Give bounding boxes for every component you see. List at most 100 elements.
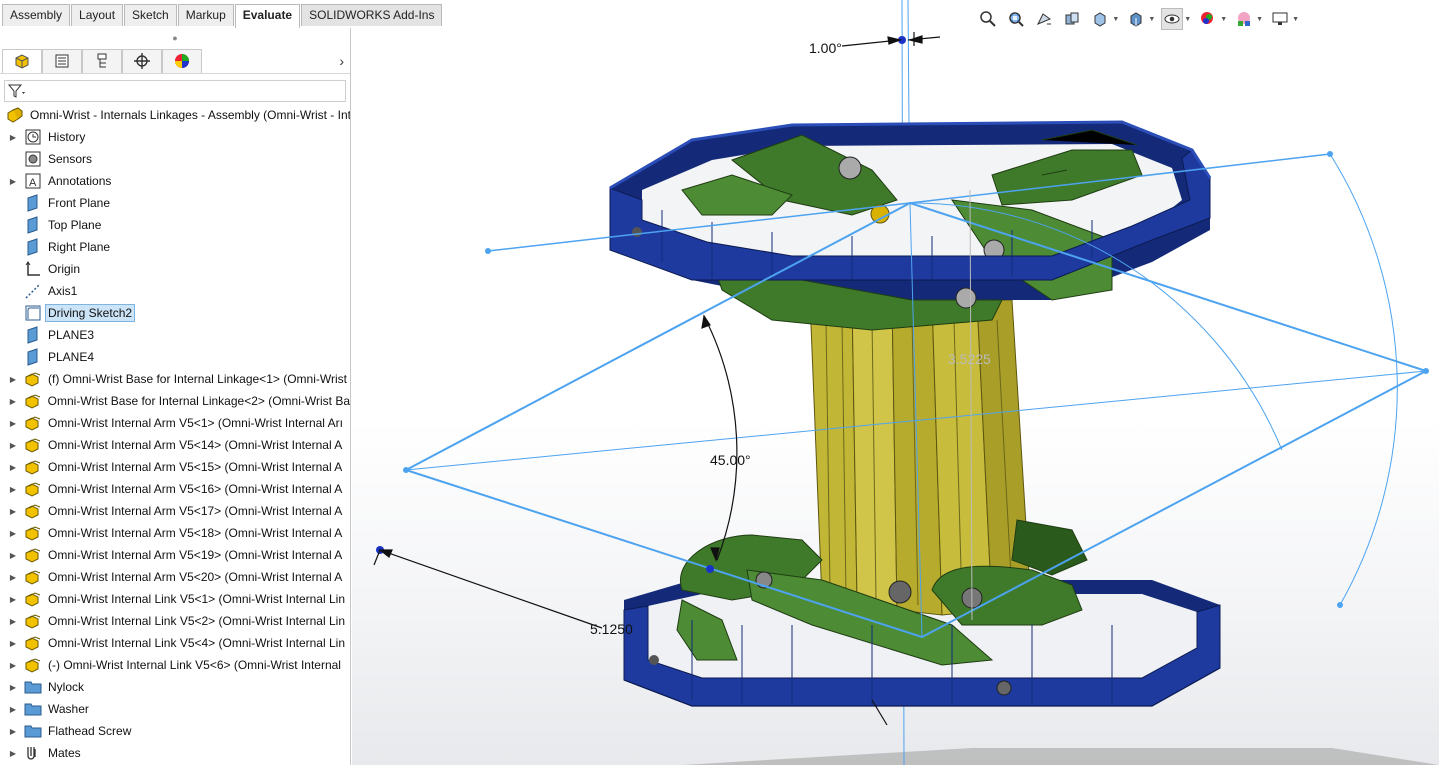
tree-item-washer[interactable]: ▶ Washer <box>0 698 350 720</box>
tree-item-omni-wrist-base-for-internal-linkage-2-omni-wrist-ba[interactable]: ▶ Omni-Wrist Base for Internal Linkage<2>… <box>0 390 350 412</box>
tree-item-omni-wrist-internal-link-v5-4-omni-wrist-internal-lin[interactable]: ▶ Omni-Wrist Internal Link V5<4> (Omni-Wr… <box>0 632 350 654</box>
tree-item-flathead-screw[interactable]: ▶ Flathead Screw <box>0 720 350 742</box>
tree-item-nylock[interactable]: ▶ Nylock <box>0 676 350 698</box>
expand-arrow-icon[interactable]: ▶ <box>8 661 18 670</box>
zoom-to-fit-button[interactable] <box>977 8 999 30</box>
tab-solidworks-add-ins[interactable]: SOLIDWORKS Add-Ins <box>301 4 443 26</box>
height-dimension[interactable]: 3.5225 <box>948 351 991 367</box>
expand-arrow-icon[interactable]: ▶ <box>8 573 18 582</box>
tree-item-origin[interactable]: ▶Origin <box>0 258 350 280</box>
property-manager-tab[interactable] <box>42 48 82 73</box>
zoom-to-fit-icon <box>980 11 997 27</box>
hide-show-button[interactable] <box>1161 8 1184 30</box>
expand-arrow-icon[interactable]: ▶ <box>8 177 18 186</box>
tree-item-f-omni-wrist-base-for-internal-linkage-1-omni-wrist[interactable]: ▶ (f) Omni-Wrist Base for Internal Linkag… <box>0 368 350 390</box>
expand-arrow-icon[interactable]: ▶ <box>8 485 18 494</box>
expand-arrow-icon[interactable]: ▶ <box>8 683 18 692</box>
heads-up-view-toolbar: ▼ ▼ ▼ ▼ ▼ ▼ <box>977 8 1299 30</box>
previous-view-button[interactable] <box>1033 8 1055 30</box>
view-orientation-dropdown-icon[interactable]: ▼ <box>1112 16 1119 23</box>
configuration-manager-tab[interactable] <box>82 48 122 73</box>
dim-xpert-tab[interactable] <box>122 48 162 73</box>
expand-arrow-icon[interactable]: ▶ <box>8 133 18 142</box>
zoom-area-button[interactable] <box>1005 8 1027 30</box>
tree-item-top-plane[interactable]: ▶Top Plane <box>0 214 350 236</box>
tree-item-label: Omni-Wrist Internal Arm V5<18> (Omni-Wri… <box>48 526 343 540</box>
sketch-endpoint[interactable] <box>706 565 714 573</box>
tree-item-omni-wrist-internal-arm-v5-20-omni-wrist-internal-a[interactable]: ▶ Omni-Wrist Internal Arm V5<20> (Omni-Wr… <box>0 566 350 588</box>
tree-item-mates[interactable]: ▶ Mates <box>0 742 350 764</box>
tree-item-omni-wrist-internal-link-v5-2-omni-wrist-internal-lin[interactable]: ▶ Omni-Wrist Internal Link V5<2> (Omni-Wr… <box>0 610 350 632</box>
display-style-button[interactable] <box>1125 8 1147 30</box>
view-settings-button[interactable] <box>1269 8 1291 30</box>
edit-appearance-dropdown-icon[interactable]: ▼ <box>1220 16 1227 23</box>
tab-markup[interactable]: Markup <box>177 4 234 26</box>
expand-arrow-icon[interactable]: ▶ <box>8 375 18 384</box>
filter-icon[interactable] <box>7 83 27 99</box>
expand-arrow-icon[interactable]: ▶ <box>8 551 18 560</box>
command-manager-tabs: Assembly Layout Sketch Markup Evaluate SOLIDW… <box>0 0 443 28</box>
view-orientation-button[interactable] <box>1089 8 1111 30</box>
tree-item-omni-wrist-internal-arm-v5-18-omni-wrist-internal-a[interactable]: ▶ Omni-Wrist Internal Arm V5<18> (Omni-Wr… <box>0 522 350 544</box>
tree-item-plane4[interactable]: ▶PLANE4 <box>0 346 350 368</box>
tab-layout[interactable]: Layout <box>71 4 124 26</box>
tree-item-history[interactable]: ▶ History <box>0 126 350 148</box>
tree-item-omni-wrist-internal-link-v5-6-omni-wrist-internal[interactable]: ▶ (-) Omni-Wrist Internal Link V5<6> (Omn… <box>0 654 350 676</box>
panel-more-chevron-icon[interactable]: › <box>339 53 344 69</box>
expand-arrow-icon[interactable]: ▶ <box>8 727 18 736</box>
view-settings-dropdown-icon[interactable]: ▼ <box>1292 16 1299 23</box>
plane-icon <box>24 238 42 256</box>
expand-arrow-icon[interactable]: ▶ <box>8 507 18 516</box>
length-dimension[interactable]: 5.1250 <box>590 621 633 637</box>
expand-arrow-icon[interactable]: ▶ <box>8 441 18 450</box>
tree-item-omni-wrist-internal-link-v5-1-omni-wrist-internal-lin[interactable]: ▶ Omni-Wrist Internal Link V5<1> (Omni-Wr… <box>0 588 350 610</box>
omni-wrist-model[interactable]: 1.00° 45.00° 5.1250 3.5225 <box>352 0 1439 765</box>
tree-item-annotations[interactable]: ▶ A Annotations <box>0 170 350 192</box>
tree-item-sensors[interactable]: ▶Sensors <box>0 148 350 170</box>
tree-item-axis1[interactable]: ▶Axis1 <box>0 280 350 302</box>
angle-dimension-main[interactable]: 45.00° <box>710 452 751 468</box>
section-view-button[interactable] <box>1061 8 1083 30</box>
expand-arrow-icon[interactable]: ▶ <box>8 529 18 538</box>
tree-item-omni-wrist-internal-arm-v5-17-omni-wrist-internal-a[interactable]: ▶ Omni-Wrist Internal Arm V5<17> (Omni-Wr… <box>0 500 350 522</box>
expand-arrow-icon[interactable]: ▶ <box>8 639 18 648</box>
assembly-root-node[interactable]: Omni-Wrist - Internals Linkages - Assemb… <box>0 104 350 126</box>
tab-assembly[interactable]: Assembly <box>2 4 71 26</box>
panel-grip[interactable]: ● <box>0 28 350 48</box>
feature-manager-tab[interactable] <box>2 48 42 73</box>
tree-item-right-plane[interactable]: ▶Right Plane <box>0 236 350 258</box>
graphics-viewport[interactable]: ▼ ▼ ▼ ▼ ▼ ▼ 1.00° 45.00° 5.1250 3.5225 <box>352 0 1439 765</box>
tree-item-omni-wrist-internal-arm-v5-16-omni-wrist-internal-a[interactable]: ▶ Omni-Wrist Internal Arm V5<16> (Omni-Wr… <box>0 478 350 500</box>
tab-sketch[interactable]: Sketch <box>124 4 177 26</box>
display-manager-tab[interactable] <box>162 48 202 73</box>
solidworks-window: Assembly Layout Sketch Markup Evaluate SOLIDW… <box>0 0 1439 765</box>
tree-item-omni-wrist-internal-arm-v5-15-omni-wrist-internal-a[interactable]: ▶ Omni-Wrist Internal Arm V5<15> (Omni-Wr… <box>0 456 350 478</box>
expand-arrow-icon[interactable]: ▶ <box>8 617 18 626</box>
tree-item-front-plane[interactable]: ▶Front Plane <box>0 192 350 214</box>
display-style-dropdown-icon[interactable]: ▼ <box>1148 16 1155 23</box>
tree-item-label: Omni-Wrist Internal Arm V5<1> (Omni-Wris… <box>48 416 343 430</box>
tree-item-omni-wrist-internal-arm-v5-1-omni-wrist-internal-ar[interactable]: ▶ Omni-Wrist Internal Arm V5<1> (Omni-Wri… <box>0 412 350 434</box>
expand-arrow-icon[interactable]: ▶ <box>8 595 18 604</box>
hide-show-dropdown-icon[interactable]: ▼ <box>1184 16 1191 23</box>
tree-item-label: Omni-Wrist Internal Link V5<2> (Omni-Wri… <box>48 614 345 628</box>
tab-evaluate[interactable]: Evaluate <box>234 4 301 28</box>
angle-dimension-top[interactable]: 1.00° <box>809 40 842 56</box>
plane-icon <box>24 348 42 366</box>
apply-scene-button[interactable] <box>1233 8 1255 30</box>
tree-item-label: Omni-Wrist Internal Arm V5<16> (Omni-Wri… <box>48 482 343 496</box>
tree-filter-field[interactable] <box>4 80 346 102</box>
tree-item-omni-wrist-internal-arm-v5-19-omni-wrist-internal-a[interactable]: ▶ Omni-Wrist Internal Arm V5<19> (Omni-Wr… <box>0 544 350 566</box>
part-icon <box>24 612 42 630</box>
tree-item-omni-wrist-internal-arm-v5-14-omni-wrist-internal-a[interactable]: ▶ Omni-Wrist Internal Arm V5<14> (Omni-Wr… <box>0 434 350 456</box>
expand-arrow-icon[interactable]: ▶ <box>8 419 18 428</box>
expand-arrow-icon[interactable]: ▶ <box>8 397 18 406</box>
tree-item-driving-sketch2[interactable]: ▶Driving Sketch2 <box>0 302 350 324</box>
expand-arrow-icon[interactable]: ▶ <box>8 705 18 714</box>
panel-resize-handle[interactable] <box>350 458 351 488</box>
apply-scene-dropdown-icon[interactable]: ▼ <box>1256 16 1263 23</box>
expand-arrow-icon[interactable]: ▶ <box>8 749 18 758</box>
edit-appearance-button[interactable] <box>1197 8 1219 30</box>
expand-arrow-icon[interactable]: ▶ <box>8 463 18 472</box>
tree-item-plane3[interactable]: ▶PLANE3 <box>0 324 350 346</box>
